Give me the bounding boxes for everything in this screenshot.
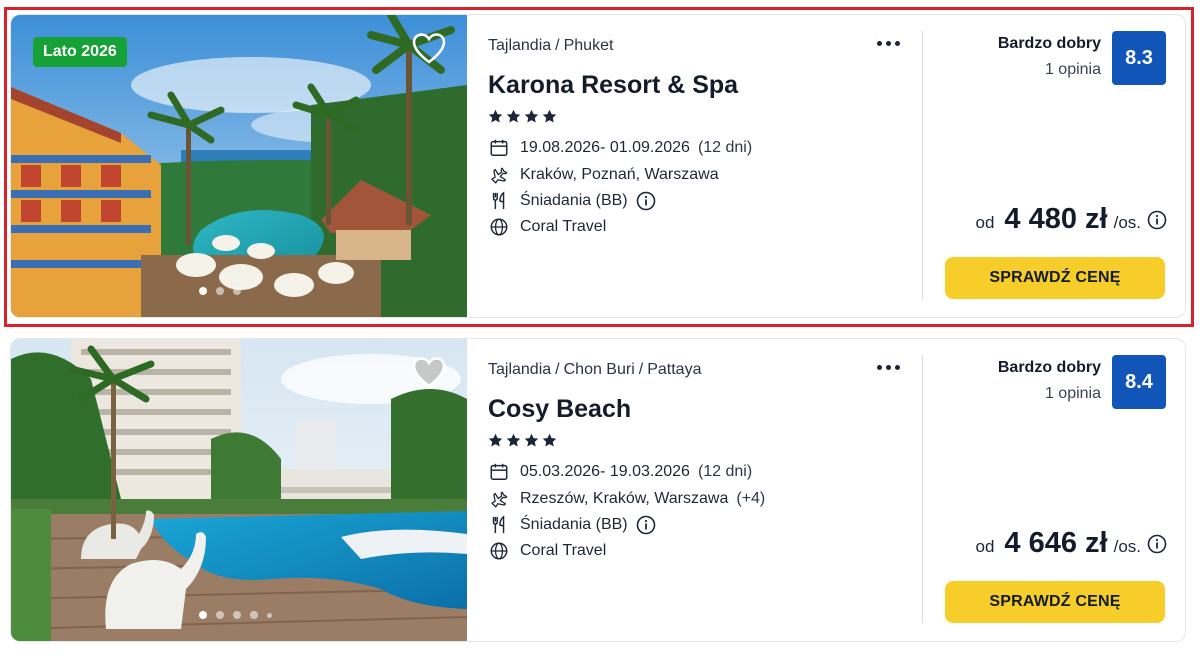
breadcrumb: Tajlandia / Phuket xyxy=(488,37,614,54)
breadcrumb-item[interactable]: Phuket xyxy=(564,37,614,54)
plane-icon xyxy=(488,488,510,510)
price-suffix: /os. xyxy=(1113,213,1141,232)
hotel-name[interactable]: Karona Resort & Spa xyxy=(488,71,738,100)
price-row: od 4 480 zł /os. xyxy=(975,203,1167,236)
cutlery-icon xyxy=(488,190,510,212)
globe-icon xyxy=(488,540,510,562)
star-icon xyxy=(488,109,503,123)
operator-row: Coral Travel xyxy=(488,216,606,238)
carousel-dot[interactable] xyxy=(267,612,272,618)
info-icon[interactable] xyxy=(1147,534,1167,554)
info-icon[interactable] xyxy=(636,515,656,535)
star-icon xyxy=(524,109,539,123)
trip-duration: (12 dni) xyxy=(697,139,753,156)
price-panel: Bardzo dobry 1 opinia 8.4 od 4 646 zł /o… xyxy=(923,339,1185,641)
star-icon xyxy=(542,109,557,123)
star-rating xyxy=(488,433,557,448)
reviews-count[interactable]: 1 opinia xyxy=(1045,61,1101,79)
breadcrumb-item[interactable]: Pattaya xyxy=(647,361,701,378)
photo-carousel-dots[interactable] xyxy=(199,287,241,295)
info-icon[interactable] xyxy=(1147,210,1167,230)
board-type: Śniadania (BB) xyxy=(520,192,628,209)
check-price-button[interactable]: SPRAWDŹ CENĘ xyxy=(945,581,1165,623)
price-prefix: od xyxy=(975,537,995,556)
star-icon xyxy=(506,433,521,447)
price-row: od 4 646 zł /os. xyxy=(975,527,1167,560)
hotel-photo[interactable]: Lato 2026 xyxy=(11,15,467,317)
star-icon xyxy=(524,433,539,447)
carousel-dot[interactable] xyxy=(250,611,258,619)
offer-info: Tajlandia / Phuket Karona Resort & Spa 19.… xyxy=(488,15,908,317)
rating-score-badge: 8.4 xyxy=(1112,355,1166,409)
hotel-name[interactable]: Cosy Beach xyxy=(488,395,631,424)
board-type: Śniadania (BB) xyxy=(520,516,628,533)
star-rating xyxy=(488,109,557,124)
more-options-icon[interactable] xyxy=(873,357,903,377)
heart-icon[interactable] xyxy=(411,355,447,391)
info-icon[interactable] xyxy=(636,191,656,211)
travel-dates: 05.03.2026- 19.03.2026 xyxy=(520,463,690,480)
hotel-photo-image xyxy=(11,339,467,641)
star-icon xyxy=(542,433,557,447)
cutlery-icon xyxy=(488,514,510,536)
price-prefix: od xyxy=(975,213,995,232)
rating-label: Bardzo dobry xyxy=(997,35,1101,52)
price-suffix: /os. xyxy=(1113,537,1141,556)
breadcrumb-item[interactable]: Tajlandia xyxy=(488,361,551,378)
carousel-dot[interactable] xyxy=(216,611,224,619)
offer-card[interactable]: Tajlandia / Chon Buri / Pattaya Cosy Beach 0… xyxy=(10,338,1186,642)
more-departures[interactable]: (+4) xyxy=(736,490,765,508)
price-amount: 4 480 zł xyxy=(1004,203,1108,235)
reviews-count[interactable]: 1 opinia xyxy=(1045,385,1101,403)
star-icon xyxy=(488,433,503,447)
dates-row: 19.08.2026- 01.09.2026 (12 dni) xyxy=(488,137,752,159)
board-row: Śniadania (BB) xyxy=(488,190,656,212)
calendar-icon xyxy=(488,137,510,159)
check-price-button[interactable]: SPRAWDŹ CENĘ xyxy=(945,257,1165,299)
calendar-icon xyxy=(488,461,510,483)
rating-score-badge: 8.3 xyxy=(1112,31,1166,85)
rating-label: Bardzo dobry xyxy=(997,359,1101,376)
carousel-dot[interactable] xyxy=(233,287,241,295)
carousel-dot[interactable] xyxy=(199,611,207,619)
star-icon xyxy=(506,109,521,123)
more-options-icon[interactable] xyxy=(873,33,903,53)
heart-icon[interactable] xyxy=(411,31,447,67)
plane-icon xyxy=(488,164,510,186)
trip-duration: (12 dni) xyxy=(697,463,753,480)
departures-row: Rzeszów, Kraków, Warszawa (+4) xyxy=(488,488,765,510)
travel-dates: 19.08.2026- 01.09.2026 xyxy=(520,139,690,156)
breadcrumb-item[interactable]: Tajlandia xyxy=(488,37,551,54)
departure-cities: Rzeszów, Kraków, Warszawa xyxy=(520,490,729,507)
carousel-dot[interactable] xyxy=(233,611,241,619)
board-row: Śniadania (BB) xyxy=(488,514,656,536)
offer-info: Tajlandia / Chon Buri / Pattaya Cosy Beach 0… xyxy=(488,339,908,641)
departures-row: Kraków, Poznań, Warszawa xyxy=(488,164,719,186)
breadcrumb: Tajlandia / Chon Buri / Pattaya xyxy=(488,361,702,378)
offer-card[interactable]: Lato 2026 Tajlandia / Phuket Karona Resort… xyxy=(10,14,1186,318)
tour-operator: Coral Travel xyxy=(520,542,607,559)
carousel-dot[interactable] xyxy=(199,287,207,295)
dates-row: 05.03.2026- 19.03.2026 (12 dni) xyxy=(488,461,752,483)
price-amount: 4 646 zł xyxy=(1004,527,1108,559)
hotel-photo[interactable] xyxy=(11,339,467,641)
breadcrumb-item[interactable]: Chon Buri xyxy=(564,361,635,378)
globe-icon xyxy=(488,216,510,238)
tour-operator: Coral Travel xyxy=(520,218,607,235)
operator-row: Coral Travel xyxy=(488,540,606,562)
carousel-dot[interactable] xyxy=(216,287,224,295)
photo-carousel-dots[interactable] xyxy=(199,611,272,619)
season-badge: Lato 2026 xyxy=(33,37,127,67)
price-panel: Bardzo dobry 1 opinia 8.3 od 4 480 zł /o… xyxy=(923,15,1185,317)
departure-cities: Kraków, Poznań, Warszawa xyxy=(520,166,719,183)
